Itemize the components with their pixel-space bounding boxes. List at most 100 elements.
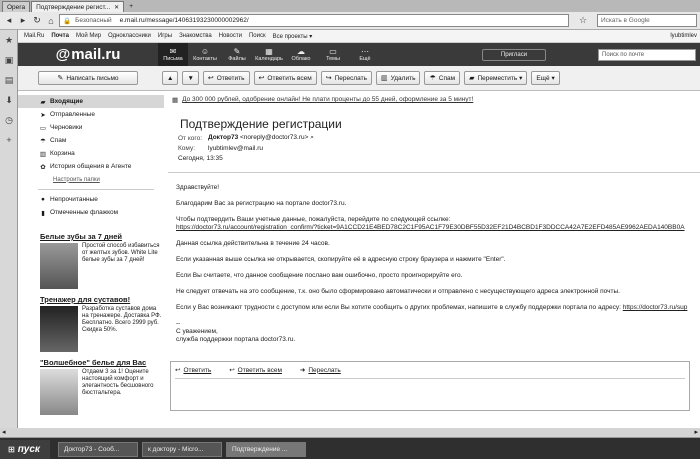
start-button[interactable]: ⊞ пуск [0,440,50,459]
reload-icon[interactable]: ↻ [31,15,43,27]
folder-agent-history[interactable]: ✿ История общения в Агенте [18,160,164,173]
star-icon[interactable]: ☆ [577,15,589,27]
portal-link-all[interactable]: Все проекты ▾ [273,33,313,40]
spam-button[interactable]: ☂ Спам [424,71,461,85]
ad-title[interactable]: "Волшебное" белье для Вас [40,358,164,367]
history-icon[interactable]: ◷ [0,110,18,130]
support-link[interactable]: https://doctor73.ru/sup [623,304,688,311]
banner-text[interactable]: До 300 000 рублей, одобрение онлайн! Не … [182,96,473,103]
new-tab-button[interactable]: + [125,1,137,12]
portal-link-games[interactable]: Игры [158,33,172,39]
compose-button[interactable]: ✎ Написать письмо [38,71,138,85]
configure-folders-link[interactable]: Настроить папки [18,173,164,186]
ad-block[interactable]: "Волшебное" белье для Вас Отдаем 3 за 1!… [40,358,164,415]
reply-button[interactable]: ↩ Ответить [202,71,250,85]
nav-contacts[interactable]: ☺ Контакты [190,43,220,66]
ad-image[interactable] [40,306,78,352]
trash-icon: ▥ [39,150,47,158]
browser-tab-active[interactable]: Подтверждение регист... ✕ [31,1,125,12]
tab-label: Opera [7,3,26,11]
ad-title[interactable]: Белые зубы за 7 дней [40,232,164,241]
logo-text: mail.ru [71,46,121,63]
home-icon[interactable]: ⌂ [45,15,57,27]
scroll-right-icon[interactable]: ▸ [694,428,698,436]
sender-name[interactable]: Доктор73 [208,134,238,141]
folder-trash[interactable]: ▥ Корзина [18,147,164,160]
search-icon[interactable]: ⌕ [310,134,314,141]
spam-icon: ☂ [429,75,436,82]
invite-button[interactable]: Пригласи [482,48,546,61]
folder-inbox[interactable]: ▰ Входящие [18,95,164,108]
quick-reply-link[interactable]: ↩ Ответить [175,366,211,375]
bookmarks-icon[interactable]: ▣ [0,50,18,70]
mail-search-input[interactable]: Поиск по почте [598,48,696,61]
portal-link-dating[interactable]: Знакомства [179,33,212,39]
taskbar-item[interactable]: Доктор73 - Сооб... [58,442,138,457]
confirmation-link[interactable]: https://doctor73.ru/account/registration… [176,224,685,231]
move-button[interactable]: ▰ Переместить ▾ [464,71,528,85]
taskbar-item-label: к доктору - Micro... [148,446,204,453]
folder-spam[interactable]: ☂ Спам [18,134,164,147]
portal-link-mailru[interactable]: Mail.Ru [24,33,44,39]
body-thanks: Благодарим Вас за регистрацию на портале… [176,200,347,207]
taskbar-item[interactable]: к доктору - Micro... [142,442,222,457]
nav-themes[interactable]: ▭ Темы [318,43,348,66]
browser-tab-opera[interactable]: Opera [2,1,31,12]
portal-link-news[interactable]: Новости [219,33,242,39]
downloads-icon[interactable]: ⬇ [0,90,18,110]
notes-icon[interactable]: ▤ [0,70,18,90]
prev-message-button[interactable]: ▲ [162,71,179,85]
delete-button[interactable]: ▥ Удалить [376,71,421,85]
folder-drafts[interactable]: ▭ Черновики [18,121,164,134]
forward-icon[interactable]: ▸ [17,15,29,27]
spam-icon: ☂ [40,137,46,145]
ad-block[interactable]: Белые зубы за 7 дней Простой способ изба… [40,232,164,289]
taskbar-item-active[interactable]: Подтверждение ... [226,442,306,457]
ad-title[interactable]: Тренажер для суставов! [40,295,164,304]
mailru-logo[interactable]: @ mail.ru [18,43,158,66]
nav-files[interactable]: ✎ Файлы [222,43,252,66]
horizontal-scrollbar[interactable]: ◂ ▸ [0,428,700,438]
message-date: Сегодня, 13:35 [178,154,223,162]
browser-search-input[interactable]: Искать в Google [597,14,697,27]
quick-reply-all-link[interactable]: ↩ Ответить всем [229,366,282,375]
portal-link-myworld[interactable]: Мой Мир [76,33,101,39]
forward-label: Переслать [334,74,368,82]
promo-banner[interactable]: ▦ До 300 000 рублей, одобрение онлайн! Н… [168,93,700,106]
nav-more[interactable]: ⋯ Ещё [350,43,380,66]
recipient-email[interactable]: lyubtimlev@mail.ru [208,145,263,152]
quick-reply-box[interactable]: ↩ Ответить ↩ Ответить всем ➜ Переслать [170,361,690,411]
scroll-left-icon[interactable]: ◂ [2,428,6,436]
themes-icon: ▭ [329,47,337,56]
ad-image[interactable] [40,369,78,415]
next-message-button[interactable]: ▼ [182,71,199,85]
nav-cloud[interactable]: ☁ Облако [286,43,316,66]
filter-unread[interactable]: ● Непрочитанные [18,193,164,206]
ads-column: Белые зубы за 7 дней Простой способ изба… [40,232,164,422]
user-name[interactable]: lyubtimlev [670,33,697,39]
reply-all-button[interactable]: ↩ Ответить всем [253,71,317,85]
sender-email[interactable]: <noreply@doctor73.ru> [240,134,308,141]
portal-link-ok[interactable]: Одноклассники [108,33,151,39]
quick-forward-link[interactable]: ➜ Переслать [300,366,341,375]
back-icon[interactable]: ◂ [3,15,15,27]
more-button[interactable]: Ещё ▾ [531,71,560,85]
ad-block[interactable]: Тренажер для суставов! Разработка сустав… [40,295,164,352]
nav-letters[interactable]: ✉ Письма [158,43,188,66]
url-field[interactable]: 🔒 Безопасный e.mail.ru/message/140631932… [59,14,569,27]
bookmark-star-icon[interactable]: ★ [0,30,18,50]
windows-flag-icon: ⊞ [8,445,15,454]
portal-link-search[interactable]: Поиск [249,33,266,39]
reply-label: Ответить [216,74,245,82]
close-icon[interactable]: ✕ [114,4,119,11]
folder-sent[interactable]: ➤ Отправленные [18,108,164,121]
filter-flagged[interactable]: ▮ Отмеченные флажком [18,206,164,219]
ad-image[interactable] [40,243,78,289]
add-panel-icon[interactable]: + [0,130,18,150]
envelope-icon: ✉ [169,47,177,56]
delete-label: Удалить [390,74,416,82]
portal-link-mail[interactable]: Почта [51,33,69,39]
mail-header: @ mail.ru ✉ Письма ☺ Контакты ✎ Файлы ▦ Кален… [18,43,700,66]
forward-button[interactable]: ↪ Переслать [320,71,373,85]
nav-calendar[interactable]: ▦ Календарь [254,43,284,66]
